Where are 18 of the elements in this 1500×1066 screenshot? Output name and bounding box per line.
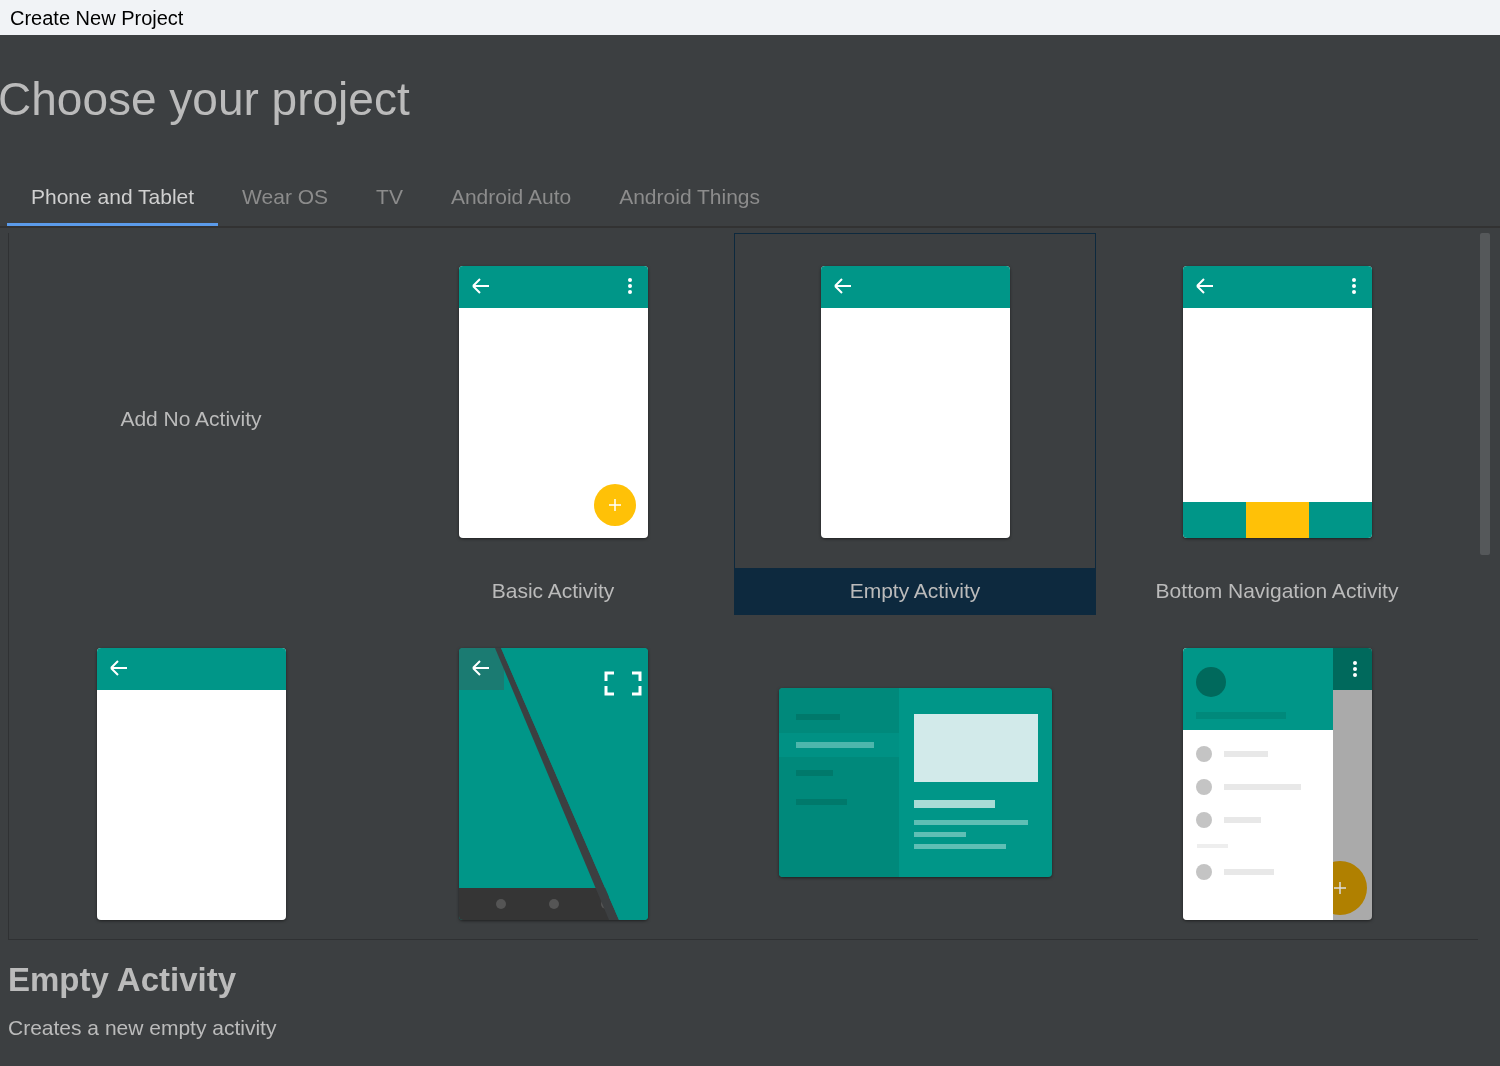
page-heading: Choose your project xyxy=(0,72,410,127)
template-tile[interactable]: Basic Activity xyxy=(372,232,734,615)
template-label: Add No Activity xyxy=(120,405,262,432)
template-tile[interactable]: Add No Activity xyxy=(10,232,372,615)
tab[interactable]: Wear OS xyxy=(218,179,353,226)
template-label: Basic Activity xyxy=(491,577,615,604)
window-title: Create New Project xyxy=(10,5,184,31)
tab[interactable]: Android Auto xyxy=(426,179,596,226)
details-title: Empty Activity xyxy=(8,959,237,1000)
tab[interactable]: TV xyxy=(352,179,427,226)
template-label: Empty Activity xyxy=(849,577,981,604)
details-description: Creates a new empty activity xyxy=(8,1014,278,1041)
tab[interactable]: Phone and Tablet xyxy=(7,179,219,226)
template-tile[interactable]: Bottom Navigation Activity xyxy=(1096,232,1458,615)
template-label: Bottom Navigation Activity xyxy=(1155,577,1399,604)
template-tile[interactable]: Empty Activity xyxy=(734,232,1096,615)
scrollbar[interactable] xyxy=(1480,232,1490,555)
tab[interactable]: Android Things xyxy=(595,179,785,226)
